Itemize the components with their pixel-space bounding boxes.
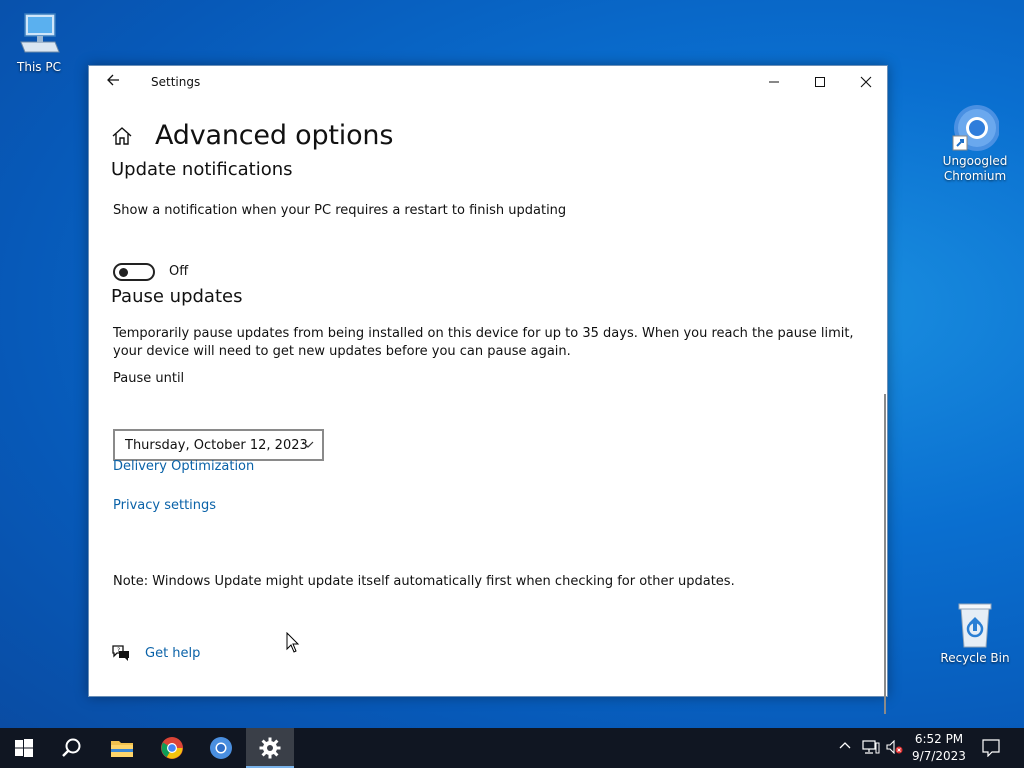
- page-header: Advanced options: [111, 120, 393, 151]
- taskbar: 6:52 PM 9/7/2023: [0, 728, 1024, 768]
- recycle-bin-icon: [951, 601, 999, 649]
- clock-time: 6:52 PM: [914, 732, 964, 746]
- get-help-row[interactable]: ? Get help: [111, 644, 200, 662]
- volume-button[interactable]: [886, 739, 904, 757]
- update-notifications-description: Show a notification when your PC require…: [113, 203, 567, 218]
- folder-icon: [111, 741, 133, 757]
- clock-date: 9/7/2023: [912, 749, 966, 763]
- svg-text:?: ?: [117, 647, 120, 654]
- show-hidden-icons-button[interactable]: [838, 740, 852, 753]
- page-title: Advanced options: [155, 120, 394, 151]
- chevron-up-icon: [839, 742, 851, 749]
- settings-content: Advanced options Update notifications Sh…: [89, 98, 887, 714]
- settings-taskbar-button[interactable]: [246, 728, 294, 768]
- restart-notification-toggle[interactable]: [113, 263, 155, 281]
- window-title: Settings: [151, 75, 201, 89]
- pause-until-dropdown[interactable]: Thursday, October 12, 2023: [113, 429, 324, 461]
- minimize-button[interactable]: [751, 66, 797, 98]
- close-icon: [860, 76, 872, 88]
- network-button[interactable]: [862, 740, 880, 757]
- action-center-button[interactable]: [982, 739, 1000, 760]
- notification-icon: [982, 739, 1000, 758]
- search-button[interactable]: [48, 728, 96, 768]
- get-help-link[interactable]: Get help: [145, 646, 200, 661]
- windows-update-note: Note: Windows Update might update itself…: [113, 574, 735, 589]
- minimize-icon: [769, 81, 779, 83]
- gear-icon: [259, 737, 281, 759]
- desktop-icon-this-pc[interactable]: This PC: [1, 10, 77, 75]
- close-button[interactable]: [843, 66, 889, 98]
- chromium-icon: [210, 737, 232, 759]
- help-chat-icon: ?: [112, 645, 129, 661]
- chrome-taskbar-button[interactable]: [148, 728, 196, 768]
- title-bar: Settings: [89, 66, 887, 98]
- network-icon: [862, 740, 880, 754]
- chromium-taskbar-button[interactable]: [197, 728, 245, 768]
- maximize-icon: [815, 77, 825, 87]
- file-explorer-button[interactable]: [98, 728, 146, 768]
- clock[interactable]: 6:52 PM 9/7/2023: [906, 731, 972, 765]
- privacy-settings-link[interactable]: Privacy settings: [113, 498, 216, 513]
- desktop-icon-label: This PC: [17, 60, 61, 74]
- toggle-knob: [119, 268, 128, 277]
- desktop-icon-ungoogled-chromium[interactable]: Ungoogled Chromium: [937, 104, 1013, 184]
- windows-logo-icon: [15, 739, 33, 757]
- chrome-icon: [161, 737, 183, 759]
- pause-updates-description: Temporarily pause updates from being ins…: [113, 326, 854, 359]
- pause-until-value: Thursday, October 12, 2023: [125, 438, 308, 453]
- desktop-icon-label: Ungoogled Chromium: [942, 154, 1008, 183]
- chevron-down-icon: [302, 441, 314, 448]
- this-pc-icon: [15, 10, 63, 58]
- mouse-cursor-icon: [286, 632, 300, 653]
- scrollbar[interactable]: [884, 394, 886, 714]
- desktop-icon-label: Recycle Bin: [940, 651, 1010, 665]
- pause-updates-heading: Pause updates: [111, 286, 243, 307]
- start-button[interactable]: [0, 728, 48, 768]
- search-icon: [62, 738, 81, 757]
- home-button[interactable]: [111, 125, 133, 147]
- pause-until-label: Pause until: [113, 371, 185, 386]
- home-icon: [112, 126, 132, 145]
- maximize-button[interactable]: [797, 66, 843, 98]
- volume-muted-icon: [886, 739, 903, 755]
- settings-window: Settings Advanced options Update notific…: [88, 65, 888, 714]
- delivery-optimization-link[interactable]: Delivery Optimization: [113, 459, 254, 474]
- chromium-icon: [951, 104, 1000, 152]
- desktop-icon-recycle-bin[interactable]: Recycle Bin: [937, 601, 1013, 666]
- back-button[interactable]: [101, 72, 125, 92]
- back-arrow-icon: [107, 74, 119, 86]
- toggle-state-label: Off: [169, 264, 189, 279]
- update-notifications-heading: Update notifications: [111, 159, 293, 180]
